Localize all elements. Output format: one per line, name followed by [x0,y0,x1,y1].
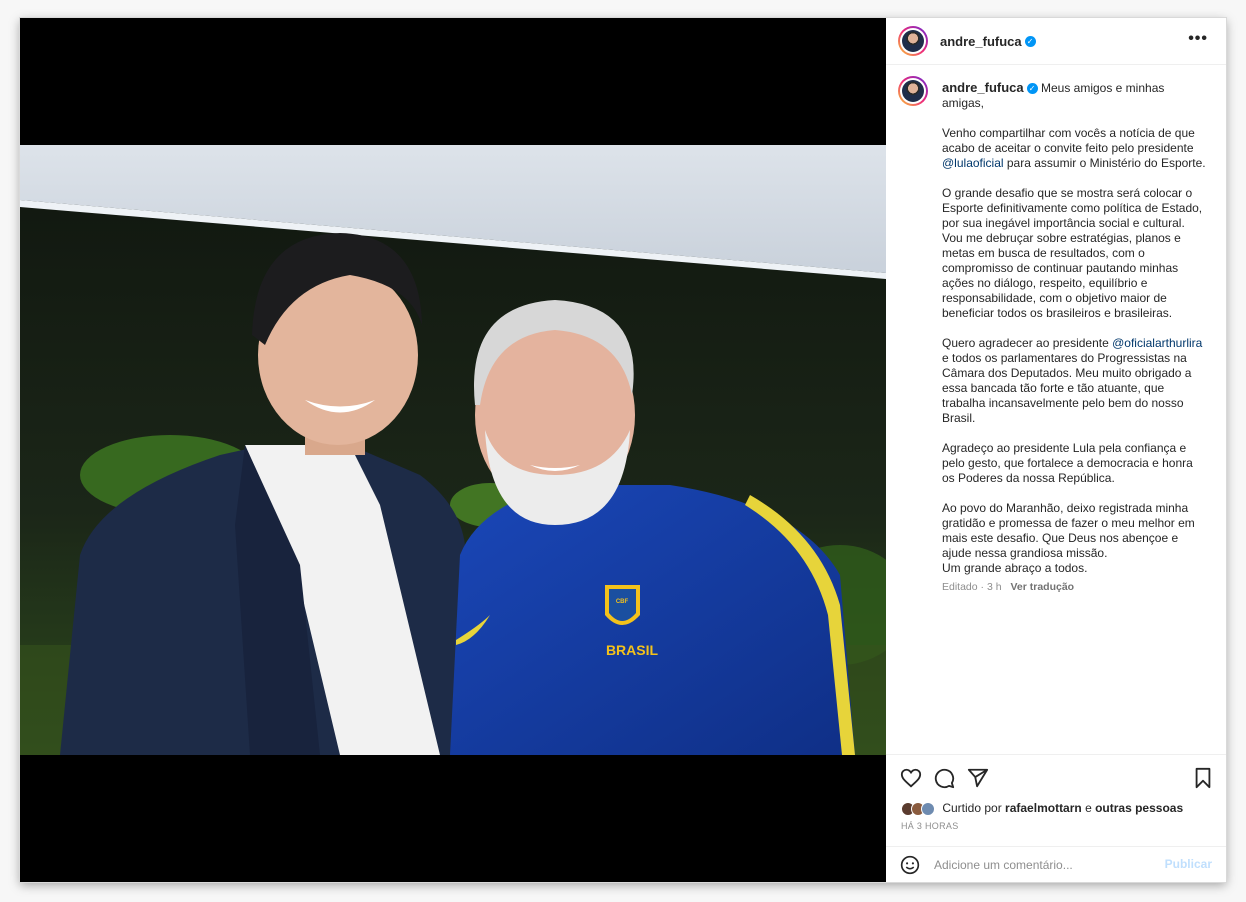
author-avatar[interactable] [898,26,928,56]
emoji-icon[interactable] [900,855,920,875]
caption-username[interactable]: andre_fufuca [942,80,1024,95]
share-icon[interactable] [967,767,989,789]
caption-text: e todos os parlamentares do Progressista… [942,351,1192,425]
liker-username[interactable]: rafaelmottarn [1005,801,1082,815]
post-timestamp: HÁ 3 HORAS [901,821,959,831]
caption-text: Quero agradecer ao presidente [942,336,1113,350]
caption-text: Venho compartilhar com vocês a notícia d… [942,126,1195,155]
caption-text: para assumir o Ministério do Esporte. [1003,156,1206,170]
comment-input[interactable] [932,855,1156,875]
likes-summary: Curtido por rafaelmottarn e outras pesso… [901,801,1183,816]
more-options-icon[interactable]: ••• [1188,30,1208,48]
mention-link[interactable]: @lulaoficial [942,156,1004,170]
verified-badge-icon: ✓ [1026,83,1038,95]
post-comment-button[interactable]: Publicar [1165,857,1212,871]
post-media: CBF BRASIL [20,18,886,882]
bookmark-icon[interactable] [1193,767,1213,789]
others-link[interactable]: outras pessoas [1095,801,1183,815]
edited-timestamp: Editado · 3 h [942,581,1002,593]
caption-text: Um grande abraço a todos. [942,561,1088,575]
post-caption: andre_fufuca ✓ Meus amigos e minhas amiga… [942,80,1206,595]
comment-icon[interactable] [933,767,955,789]
liker-avatars [901,801,938,816]
author-username[interactable]: andre_fufuca [940,34,1022,49]
liked-by-mid: e [1081,801,1096,815]
jersey-text: BRASIL [606,642,659,658]
cbf-badge-text: CBF [616,599,629,605]
post-photo: CBF BRASIL [20,145,886,755]
caption-meta: Editado · 3 h Ver tradução [942,580,1206,595]
heart-icon[interactable] [900,767,922,789]
post-sidebar: andre_fufuca ✓ ••• andre_fufuca ✓ Meus ami… [886,18,1226,882]
caption-avatar[interactable] [898,76,928,106]
verified-badge-icon: ✓ [1024,36,1036,48]
caption-paragraph: Agradeço ao presidente Lula pela confian… [942,441,1193,485]
post-header: andre_fufuca ✓ ••• [886,18,1226,65]
see-translation-link[interactable]: Ver tradução [1010,581,1074,593]
comment-bar: Publicar [886,846,1226,882]
post-modal: CBF BRASIL andre_fufuca ✓ ••• andre_fufuc… [20,18,1226,882]
caption-text: Ao povo do Maranhão, deixo registrada mi… [942,501,1195,560]
caption-paragraph: O grande desafio que se mostra será colo… [942,186,1203,320]
mention-link[interactable]: @oficialarthurlira [1112,336,1202,350]
caption-area: andre_fufuca ✓ Meus amigos e minhas amiga… [886,76,1226,756]
liked-by-prefix: Curtido por [942,801,1006,815]
